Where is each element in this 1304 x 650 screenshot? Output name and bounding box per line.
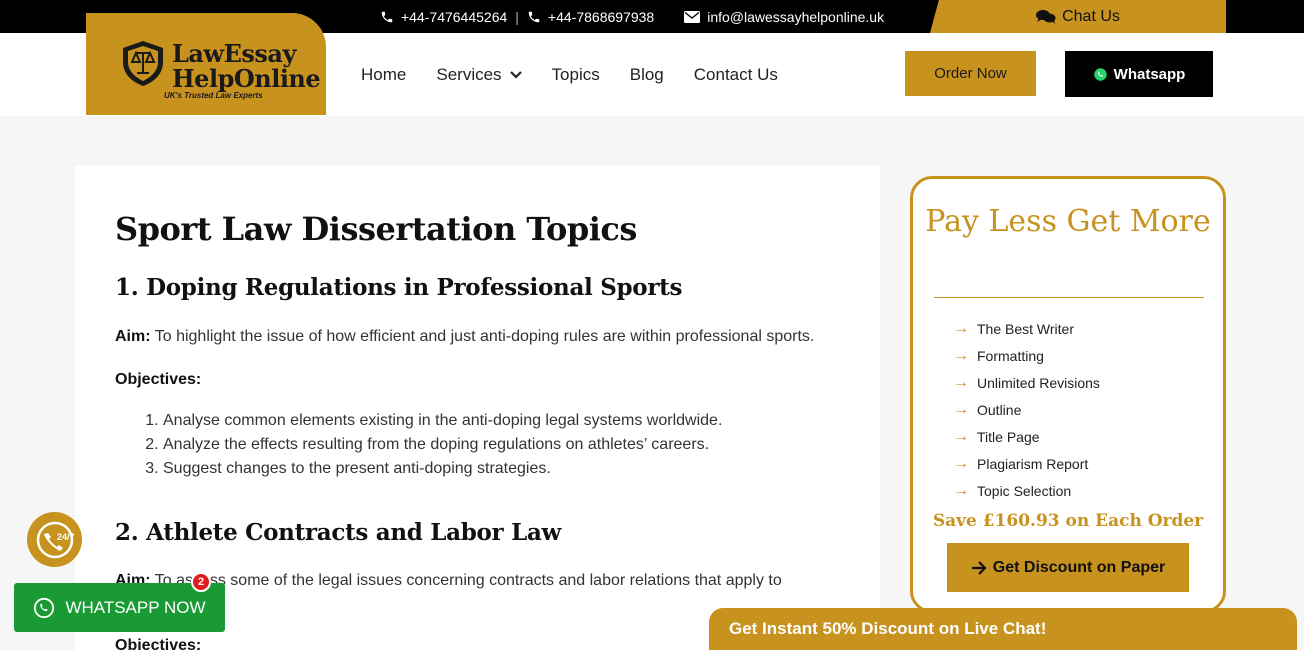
sidebar-heading: Pay Less Get More	[925, 204, 1211, 239]
chat-us-button[interactable]: Chat Us	[930, 0, 1226, 33]
nav-blog[interactable]: Blog	[630, 65, 664, 85]
nav-services[interactable]: Services	[436, 64, 522, 85]
list-item: Suggest changes to the present anti-dopi…	[163, 457, 722, 481]
top-bar-edge	[1226, 0, 1304, 33]
page-title: Sport Law Dissertation Topics	[115, 210, 637, 248]
arrow-right-icon: →	[953, 400, 969, 418]
phone-number-2: +44-7868697938	[547, 8, 655, 25]
feature-label: Unlimited Revisions	[977, 374, 1100, 391]
section-heading-1: 1. Doping Regulations in Professional Sp…	[115, 274, 683, 301]
phone-icon	[381, 11, 393, 22]
logo-line-2: HelpOnline	[172, 64, 321, 93]
nav-contact-us[interactable]: Contact Us	[694, 65, 778, 85]
list-item: → The Best Writer	[953, 315, 1100, 342]
arrow-right-icon: →	[953, 454, 969, 472]
site-logo[interactable]: LawEssay HelpOnline UK's Trusted Law Exp…	[86, 13, 326, 115]
section-1-aim: Aim: To highlight the issue of how effic…	[115, 328, 814, 346]
arrow-right-icon	[971, 560, 987, 575]
get-discount-button[interactable]: Get Discount on Paper	[947, 543, 1189, 592]
nav-topics[interactable]: Topics	[552, 65, 600, 85]
section-2-objectives-label: Objectives:	[115, 637, 201, 650]
chat-bubbles-icon	[1036, 9, 1056, 24]
main-nav: Home Services Topics Blog Contact Us	[361, 33, 778, 116]
top-contacts: +44-7476445264 | +44-7868697938 info@law…	[380, 0, 884, 33]
divider	[934, 297, 1204, 298]
whatsapp-header-label: Whatsapp	[1113, 65, 1186, 83]
nav-services-label: Services	[436, 64, 502, 84]
logo-line-2a: Help	[172, 64, 234, 93]
whatsapp-header-button[interactable]: Whatsapp	[1065, 51, 1213, 97]
arrow-right-icon: →	[953, 427, 969, 445]
savings-text: Save £160.93 on Each Order	[932, 511, 1204, 531]
logo-wordmark: LawEssay HelpOnline	[172, 39, 321, 93]
list-item: → Plagiarism Report	[953, 450, 1100, 477]
whatsapp-icon	[1093, 67, 1107, 81]
feature-label: Plagiarism Report	[977, 455, 1089, 472]
notification-count-badge: 2	[191, 572, 211, 592]
logo-line-1: LawEssay	[172, 39, 296, 68]
nav-home[interactable]: Home	[361, 65, 406, 85]
phone-icon	[528, 11, 540, 22]
list-item: Analyze the effects resulting from the d…	[163, 433, 722, 457]
section-heading-2: 2. Athlete Contracts and Labor Law	[115, 519, 562, 546]
logo-tagline: UK's Trusted Law Experts	[164, 91, 263, 100]
feature-label: Topic Selection	[977, 482, 1072, 499]
logo-line-2b: Online	[233, 64, 321, 93]
email-link[interactable]: info@lawessayhelponline.uk	[684, 9, 884, 25]
aim-text: To highlight the issue of how efficient …	[150, 328, 815, 345]
support-24-7-badge[interactable]: 24/7	[27, 512, 82, 567]
phone-link-2[interactable]: +44-7868697938	[527, 9, 654, 25]
phone-number-1: +44-7476445264	[401, 8, 508, 25]
email-address: info@lawessayhelponline.uk	[707, 8, 885, 25]
objectives-label: Objectives:	[115, 371, 202, 388]
list-item: Analyse common elements existing in the …	[163, 409, 722, 433]
live-chat-bar[interactable]: Get Instant 50% Discount on Live Chat!	[709, 608, 1297, 650]
feature-label: Formatting	[977, 347, 1044, 364]
list-item: → Formatting	[953, 342, 1100, 369]
list-item: → Topic Selection	[953, 477, 1100, 504]
shield-logo-icon	[123, 41, 163, 86]
order-now-button[interactable]: Order Now	[905, 51, 1036, 96]
arrow-right-icon: →	[953, 346, 969, 364]
whatsapp-now-button[interactable]: WHATSAPP NOW	[14, 583, 225, 632]
pricing-sidebar: Pay Less Get More → The Best Writer → Form…	[910, 176, 1226, 613]
arrow-right-icon: →	[953, 481, 969, 499]
feature-label: Title Page	[977, 428, 1040, 445]
aim-label: Aim:	[115, 328, 151, 345]
support-badge-text: 24/7	[57, 532, 75, 542]
list-item: → Outline	[953, 396, 1100, 423]
phone-separator: |	[515, 8, 519, 25]
list-item: → Unlimited Revisions	[953, 369, 1100, 396]
aim-text: To assess some of the legal issues conce…	[150, 572, 782, 589]
feature-label: Outline	[977, 401, 1022, 418]
section-1-objectives-label: Objectives:	[115, 371, 201, 389]
arrow-right-icon: →	[953, 373, 969, 391]
envelope-icon	[684, 10, 701, 23]
chat-us-label: Chat Us	[1062, 7, 1120, 25]
get-discount-label: Get Discount on Paper	[992, 558, 1166, 576]
whatsapp-now-label: WHATSAPP NOW	[65, 597, 206, 617]
feature-list: → The Best Writer → Formatting → Unlimited …	[953, 315, 1100, 504]
chevron-down-icon	[509, 70, 522, 79]
section-1-objectives-list: Analyse common elements existing in the …	[147, 409, 722, 481]
phone-link-1[interactable]: +44-7476445264	[380, 9, 507, 25]
support-24-7-icon: 24/7	[36, 521, 75, 558]
feature-label: The Best Writer	[977, 320, 1074, 337]
whatsapp-icon	[34, 597, 55, 618]
objectives-label: Objectives:	[115, 637, 202, 650]
list-item: → Title Page	[953, 423, 1100, 450]
arrow-right-icon: →	[953, 319, 969, 337]
